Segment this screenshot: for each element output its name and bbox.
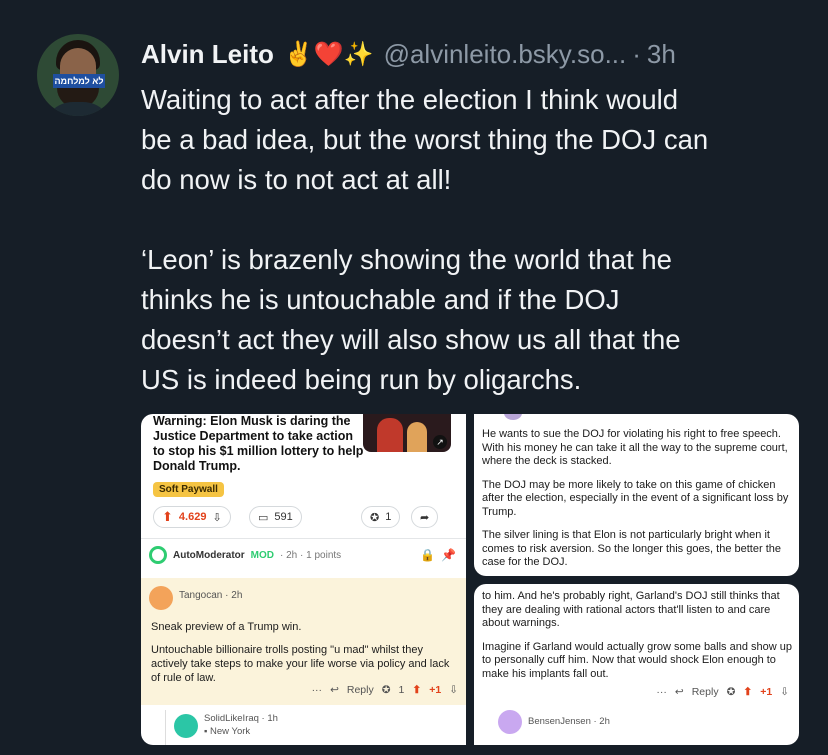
- embedded-image-right-top[interactable]: He wants to sue the DOJ for violating hi…: [474, 414, 799, 576]
- external-link-icon: ↗: [433, 435, 447, 449]
- post-time[interactable]: 3h: [647, 39, 676, 70]
- downvote-icon: ⇩: [449, 684, 458, 696]
- comments-pill: ▭ 591: [249, 506, 302, 528]
- award-icon: ✪: [726, 686, 736, 698]
- more-icon: ···: [311, 684, 323, 696]
- comment-award-count: 1: [398, 684, 405, 696]
- comment-line: Sneak preview of a Trump win.: [151, 621, 302, 633]
- reply-icon: ↩: [330, 684, 339, 696]
- share-pill: ➦: [411, 506, 439, 528]
- comment-actions: ··· ↩ Reply ✪ ⬆ +1 ⇩: [656, 686, 789, 698]
- thumbnail-figure: [407, 422, 427, 452]
- more-icon: ···: [656, 686, 667, 698]
- comment-author: Tangocan · 2h: [179, 590, 243, 601]
- automod-row: AutoModerator MOD · 2h · 1 points: [149, 544, 341, 566]
- highlighted-comment: Tangocan · 2h Sneak preview of a Trump w…: [141, 578, 466, 705]
- paywall-badge: Soft Paywall: [153, 482, 224, 497]
- header-separator: ·: [632, 38, 641, 69]
- thumbnail-figure: [377, 418, 403, 452]
- location-label: New York: [210, 726, 251, 737]
- comment-body: He wants to sue the DOJ for violating hi…: [482, 428, 792, 576]
- upvote-icon: ⬆: [743, 686, 753, 698]
- post-text: Waiting to act after the election I thin…: [141, 80, 811, 400]
- award-icon: ✪: [381, 684, 391, 696]
- automod-meta: · 2h · 1 points: [280, 549, 342, 561]
- commenter-avatar: [149, 586, 173, 610]
- reply-label: Reply: [691, 686, 719, 698]
- comment-score: +1: [760, 686, 773, 698]
- comment-body: Sneak preview of a Trump win. Untouchabl…: [151, 620, 456, 694]
- author-avatar[interactable]: לא למלחמה: [37, 34, 119, 116]
- subcomment-author: SolidLikeIraq · 1h: [204, 713, 278, 724]
- automod-name: AutoModerator: [173, 549, 245, 561]
- mod-tag: MOD: [250, 549, 275, 561]
- author-name[interactable]: Alvin Leito: [141, 39, 274, 70]
- share-icon: ➦: [420, 511, 430, 524]
- sub-comment: SolidLikeIraq · 1h ▪ New York: [165, 710, 466, 745]
- image-grid[interactable]: Warning: Elon Musk is daring the Justice…: [141, 414, 799, 745]
- commenter-avatar: [504, 414, 522, 420]
- awards-pill: ✪ 1: [361, 506, 401, 528]
- comment-count: 591: [274, 511, 293, 523]
- comment-body: to him. And he's probably right, Garland…: [482, 590, 792, 691]
- award-icon: ✪: [370, 511, 380, 524]
- downvote-icon: ⇩: [212, 511, 222, 524]
- upvote-count: 4.629: [178, 511, 207, 523]
- avatar-band: לא למלחמה: [53, 74, 105, 88]
- reply-label: Reply: [346, 684, 374, 696]
- comment-paragraph: Imagine if Garland would actually grow s…: [482, 640, 792, 680]
- article-title: Warning: Elon Musk is daring the Justice…: [153, 414, 364, 473]
- post-paragraph: Waiting to act after the election I thin…: [141, 84, 709, 195]
- comment-paragraph: The DOJ may be more likely to take on th…: [482, 478, 789, 518]
- automod-icon: [149, 546, 167, 564]
- comment-actions: ··· ↩ Reply ✪ 1 ⬆ +1 ⇩: [312, 684, 458, 696]
- vote-pill: ⬆ 4.629 ⇩: [153, 506, 231, 528]
- comment-paragraph: He wants to sue the DOJ for violating hi…: [482, 428, 788, 467]
- author-emojis: ✌️❤️✨: [283, 40, 374, 68]
- comment-paragraph: to him. And he's probably right, Garland…: [482, 590, 780, 629]
- post-header: Alvin Leito ✌️❤️✨ @alvinleito.bsky.so...…: [141, 36, 676, 72]
- subcommenter-avatar: [174, 714, 198, 738]
- divider: [141, 538, 466, 539]
- author-handle[interactable]: @alvinleito.bsky.so...: [384, 39, 627, 70]
- embedded-image-right-bottom[interactable]: to him. And he's probably right, Garland…: [474, 584, 799, 745]
- post-paragraph: ‘Leon’ is brazenly showing the world tha…: [141, 244, 681, 395]
- next-comment-author: BensenJensen · 2h: [528, 716, 610, 727]
- avatar-shirt: [43, 102, 113, 116]
- comment-line: Untouchable billionaire trolls posting "…: [151, 644, 450, 684]
- comment-icon: ▭: [258, 511, 269, 524]
- downvote-icon: ⇩: [780, 686, 789, 698]
- embedded-image-left[interactable]: Warning: Elon Musk is daring the Justice…: [141, 414, 466, 745]
- lock-icon: 🔒: [420, 548, 436, 562]
- award-count: 1: [385, 511, 392, 523]
- comment-paragraph: The silver lining is that Elon is not pa…: [482, 529, 781, 568]
- upvote-icon: ⬆: [162, 509, 173, 524]
- comment-score: +1: [429, 684, 442, 696]
- upvote-icon: ⬆: [412, 684, 422, 696]
- post[interactable]: לא למלחמה Alvin Leito ✌️❤️✨ @alvinleito.…: [0, 0, 828, 755]
- pin-icon: 📌: [441, 548, 456, 562]
- reply-icon: ↩: [674, 686, 684, 698]
- next-commenter-avatar: [498, 710, 522, 734]
- article-thumbnail: ↗: [363, 414, 451, 452]
- lock-pin-icons: 🔒 📌: [420, 548, 456, 562]
- subcomment-location: ▪ New York: [204, 726, 250, 737]
